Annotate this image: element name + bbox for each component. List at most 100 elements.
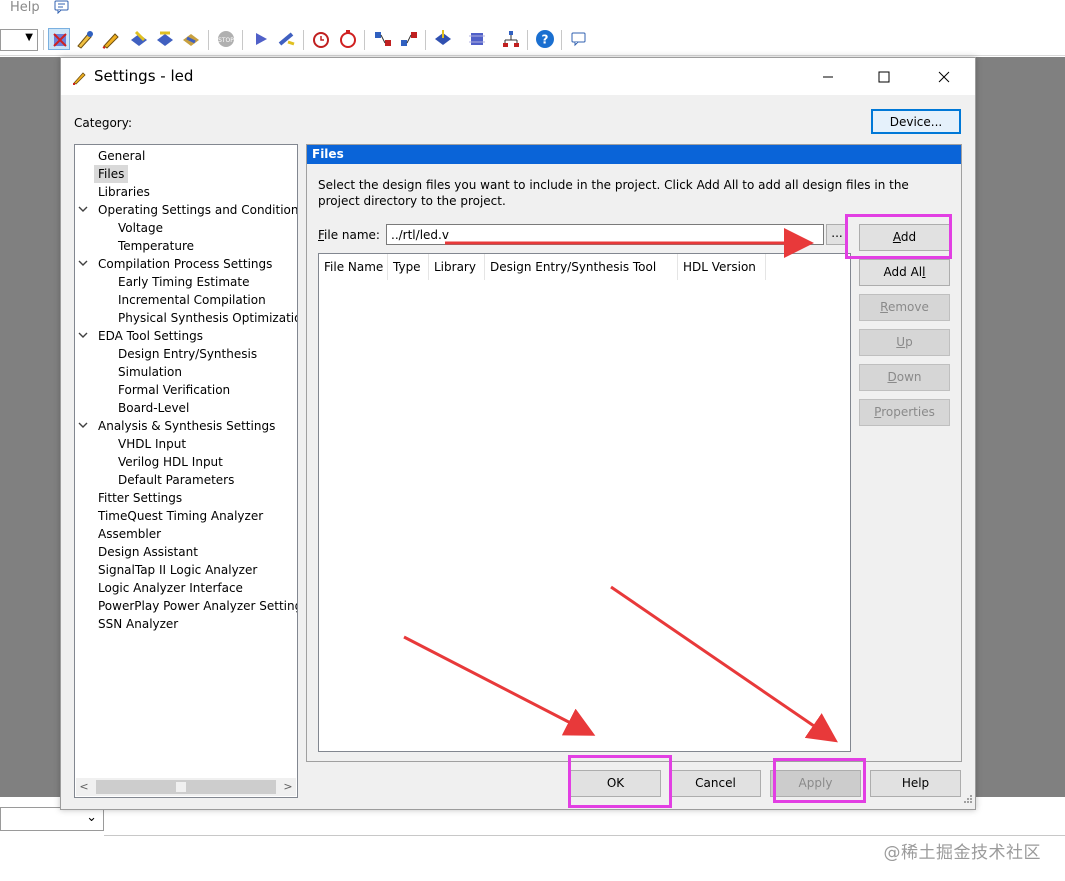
compile-icon[interactable]	[128, 28, 150, 50]
close-button[interactable]	[921, 58, 967, 95]
toolbar-dropdown[interactable]: ▼	[0, 29, 38, 51]
tree-item-label: Design Assistant	[98, 545, 198, 559]
tree-item[interactable]: Assembler	[94, 525, 165, 543]
menu-help[interactable]: Help	[10, 0, 40, 15]
tree-item[interactable]: Incremental Compilation	[114, 291, 270, 309]
help-icon[interactable]: ?	[534, 28, 556, 50]
toolbar-separator	[303, 30, 304, 50]
chip-planner-icon[interactable]	[48, 28, 70, 50]
tree-item[interactable]: Simulation	[114, 363, 186, 381]
dialog-titlebar[interactable]: Settings - led	[61, 58, 975, 95]
tree-item[interactable]: SignalTap II Logic Analyzer	[94, 561, 261, 579]
network-icon[interactable]	[500, 28, 522, 50]
tree-item[interactable]: Early Timing Estimate	[114, 273, 253, 291]
up-button[interactable]: Up	[859, 329, 950, 356]
expand-chevron-icon[interactable]	[78, 201, 88, 219]
remove-button[interactable]: Remove	[859, 294, 950, 321]
scroll-left-icon[interactable]: <	[76, 778, 92, 796]
toolbar-separator	[43, 30, 44, 50]
tree-item[interactable]: VHDL Input	[114, 435, 190, 453]
tree-item[interactable]: Operating Settings and Conditions	[78, 201, 298, 219]
menu-bar: Help	[0, 0, 1065, 24]
stop-icon[interactable]: STOP	[215, 28, 237, 50]
highlight-box-apply	[773, 758, 866, 803]
timing-analyzer-icon[interactable]	[310, 28, 332, 50]
files-description: Select the design files you want to incl…	[318, 178, 909, 208]
expand-chevron-icon[interactable]	[78, 417, 88, 435]
tree-item-label: Early Timing Estimate	[118, 275, 250, 289]
tree-item[interactable]: Analysis & Synthesis Settings	[78, 417, 279, 435]
netlist-viewer-icon[interactable]	[372, 28, 394, 50]
column-header-type[interactable]: Type	[388, 254, 429, 280]
tree-item[interactable]: SSN Analyzer	[94, 615, 182, 633]
tree-horizontal-scrollbar[interactable]: < >	[76, 778, 296, 796]
toolbar-separator	[561, 30, 562, 50]
column-header-hdl-version[interactable]: HDL Version	[678, 254, 766, 280]
chip-icon[interactable]	[466, 28, 488, 50]
scroll-right-icon[interactable]: >	[280, 778, 296, 796]
tree-item[interactable]: Verilog HDL Input	[114, 453, 227, 471]
tree-item[interactable]: EDA Tool Settings	[78, 327, 207, 345]
technology-map-icon[interactable]	[398, 28, 420, 50]
toolbar-separator	[527, 30, 528, 50]
tree-item[interactable]: Voltage	[114, 219, 167, 237]
tree-item[interactable]: Compilation Process Settings	[78, 255, 276, 273]
down-button[interactable]: Down	[859, 364, 950, 391]
file-list-table[interactable]: File Name Type Library Design Entry/Synt…	[318, 253, 851, 752]
tree-item-label: SSN Analyzer	[98, 617, 179, 631]
tree-item[interactable]: Libraries	[94, 183, 154, 201]
close-icon	[938, 71, 950, 82]
feedback-icon[interactable]	[568, 28, 590, 50]
tree-item-label: EDA Tool Settings	[98, 329, 203, 343]
tree-item-label: Board-Level	[118, 401, 190, 415]
pencil-icon[interactable]	[100, 28, 122, 50]
device-button[interactable]: Device...	[871, 109, 961, 134]
minimize-button[interactable]	[805, 58, 851, 95]
tree-item-label: Voltage	[118, 221, 164, 235]
tree-item[interactable]: Design Entry/Synthesis	[114, 345, 261, 363]
tree-item[interactable]: Logic Analyzer Interface	[94, 579, 247, 597]
properties-button[interactable]: Properties	[859, 399, 950, 426]
column-header-design-entry-tool[interactable]: Design Entry/Synthesis Tool	[485, 254, 678, 280]
stopwatch-icon[interactable]	[337, 28, 359, 50]
tree-item[interactable]: TimeQuest Timing Analyzer	[94, 507, 267, 525]
tree-item-label: Operating Settings and Conditions	[98, 203, 298, 217]
start-analysis-icon[interactable]	[276, 28, 298, 50]
cancel-button[interactable]: Cancel	[670, 770, 761, 797]
scroll-thumb[interactable]	[96, 780, 276, 794]
tree-item[interactable]: General	[94, 147, 149, 165]
chat-icon[interactable]	[54, 0, 70, 17]
bottom-dropdown[interactable]: ⌄	[0, 807, 104, 831]
divider	[104, 835, 1065, 836]
add-all-button[interactable]: Add All	[859, 259, 950, 286]
tree-item[interactable]: Temperature	[114, 237, 198, 255]
maximize-button[interactable]	[861, 58, 907, 95]
tree-item[interactable]: Fitter Settings	[94, 489, 186, 507]
start-icon[interactable]	[250, 28, 272, 50]
toolbar-separator	[208, 30, 209, 50]
expand-chevron-icon[interactable]	[78, 255, 88, 273]
tree-item[interactable]: Formal Verification	[114, 381, 234, 399]
tree-item[interactable]: Design Assistant	[94, 543, 202, 561]
expand-chevron-icon[interactable]	[78, 327, 88, 345]
synthesis-icon[interactable]	[180, 28, 202, 50]
tree-item[interactable]: Physical Synthesis Optimization	[114, 309, 297, 327]
chevron-down-icon: ⌄	[86, 810, 97, 825]
analysis-icon[interactable]	[154, 28, 176, 50]
tree-item[interactable]: Files	[94, 165, 129, 183]
column-header-library[interactable]: Library	[429, 254, 485, 280]
tree-item[interactable]: PowerPlay Power Analyzer Settings	[94, 597, 297, 615]
resize-grip-icon[interactable]	[963, 793, 973, 807]
help-button[interactable]: Help	[870, 770, 961, 797]
column-header-file-name[interactable]: File Name	[319, 254, 388, 280]
tree-item[interactable]: Default Parameters	[114, 471, 238, 489]
tree-item[interactable]: Board-Level	[114, 399, 193, 417]
settings-pencil-icon	[72, 69, 88, 88]
highlight-box-add	[845, 214, 952, 259]
pin-edit-icon[interactable]	[74, 28, 96, 50]
file-name-input[interactable]	[386, 224, 824, 245]
svg-text:?: ?	[542, 33, 549, 47]
programmer-icon[interactable]	[432, 28, 454, 50]
maximize-icon	[878, 71, 890, 82]
category-tree[interactable]: General Files Libraries Operating Settings …	[74, 144, 298, 798]
